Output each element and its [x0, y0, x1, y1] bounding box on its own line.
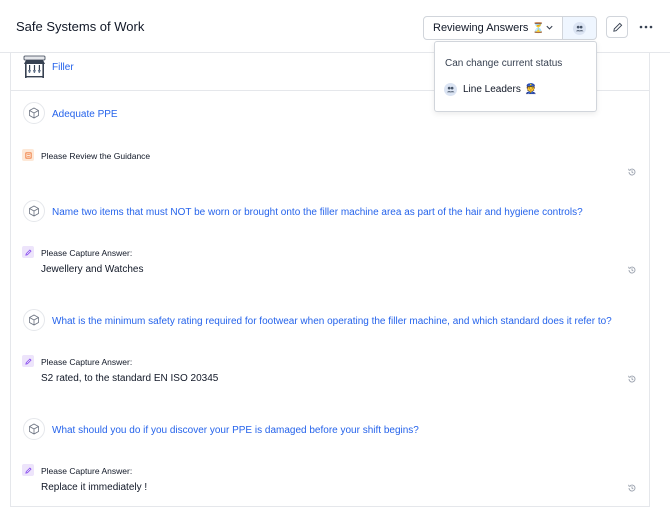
question-title[interactable]: Name two items that must NOT be worn or … — [52, 207, 583, 218]
question-title[interactable]: Adequate PPE — [52, 109, 118, 120]
history-icon[interactable] — [627, 374, 637, 384]
question-prompt: Please Capture Answer: — [41, 248, 133, 258]
cube-icon — [29, 314, 39, 326]
status-label: Reviewing Answers — [433, 22, 529, 34]
chevron-down-icon — [546, 25, 553, 30]
more-options-button[interactable] — [636, 16, 656, 38]
question-prompt: Please Capture Answer: — [41, 466, 133, 476]
cube-icon — [29, 107, 39, 119]
answer-value[interactable]: Replace it immediately ! — [41, 482, 147, 493]
pencil-icon — [22, 246, 34, 258]
page-title: Safe Systems of Work — [16, 19, 145, 34]
checklist-panel — [10, 53, 650, 507]
question-prompt: Please Capture Answer: — [41, 357, 133, 367]
users-icon — [444, 83, 457, 96]
cube-icon — [29, 423, 39, 435]
police-officer-icon: 👮 — [524, 84, 538, 95]
question-icon — [23, 200, 45, 222]
pencil-icon — [22, 464, 34, 476]
answer-value[interactable]: S2 rated, to the standard EN ISO 20345 — [41, 373, 218, 384]
popover-item-label: Line Leaders — [463, 84, 521, 95]
status-permissions-popover: Can change current status Line Leaders 👮 — [434, 41, 597, 112]
assignees-button[interactable] — [562, 16, 597, 40]
question-icon — [23, 418, 45, 440]
popover-item-line-leaders: Line Leaders 👮 — [444, 83, 537, 96]
pencil-icon — [612, 22, 622, 32]
cube-icon — [29, 205, 39, 217]
question-icon — [23, 102, 45, 124]
history-icon[interactable] — [627, 265, 637, 275]
filler-machine-icon — [23, 55, 46, 78]
answer-value[interactable]: Jewellery and Watches — [41, 264, 143, 275]
hourglass-icon: ⏳ — [532, 22, 545, 34]
history-icon[interactable] — [627, 483, 637, 493]
question-title[interactable]: What is the minimum safety rating requir… — [52, 316, 612, 327]
edit-button[interactable] — [606, 16, 628, 38]
status-dropdown-button[interactable]: Reviewing Answers ⏳ — [423, 16, 563, 40]
section-title: Filler — [52, 62, 74, 73]
popover-heading: Can change current status — [445, 58, 563, 69]
more-horizontal-icon — [639, 25, 653, 29]
users-icon — [573, 21, 586, 35]
question-icon — [23, 309, 45, 331]
question-title[interactable]: What should you do if you discover your … — [52, 425, 419, 436]
document-icon — [22, 149, 34, 161]
pencil-icon — [22, 355, 34, 367]
question-prompt: Please Review the Guidance — [41, 151, 151, 161]
history-icon[interactable] — [627, 167, 637, 177]
